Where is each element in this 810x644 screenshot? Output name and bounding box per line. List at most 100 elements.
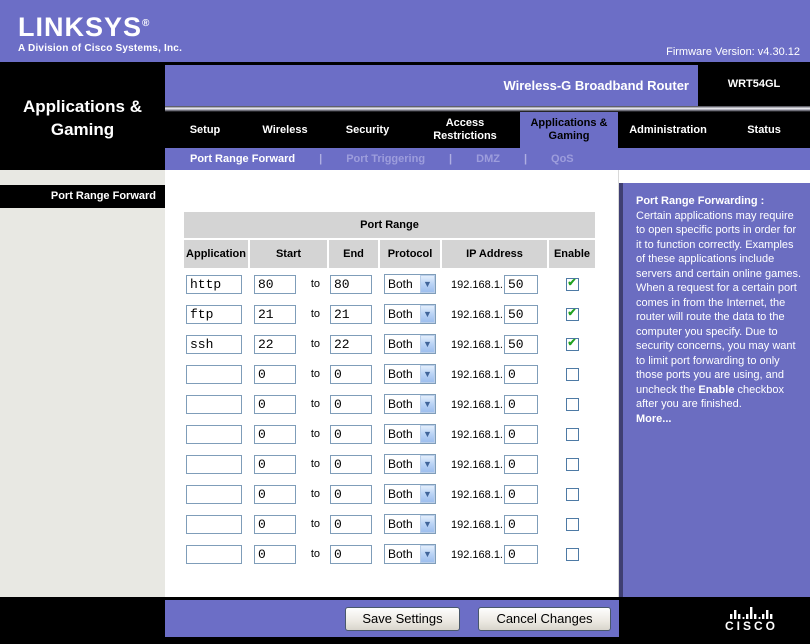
application-input[interactable] [186, 514, 242, 534]
start-port-input[interactable] [254, 364, 296, 384]
enable-checkbox[interactable]: ✔ [565, 547, 579, 561]
ip-last-octet-input[interactable] [504, 424, 538, 444]
application-input[interactable] [186, 544, 242, 564]
chevron-down-icon: ▼ [420, 455, 435, 473]
ip-address-cell: 192.168.1. [442, 480, 547, 508]
chevron-down-icon: ▼ [420, 335, 435, 353]
subnav-item-port-range-forward[interactable]: Port Range Forward [190, 153, 295, 165]
end-port-input[interactable] [330, 394, 372, 414]
application-input[interactable] [186, 304, 242, 324]
tab-wireless[interactable]: Wireless [245, 112, 325, 148]
application-cell [184, 300, 248, 328]
start-port-input[interactable] [254, 454, 296, 474]
tab-setup[interactable]: Setup [165, 112, 245, 148]
ip-last-octet-input[interactable] [504, 334, 538, 354]
enable-checkbox[interactable]: ✔ [565, 367, 579, 381]
end-port-input[interactable] [330, 484, 372, 504]
subnav-item-qos[interactable]: QoS [551, 153, 574, 165]
tab-access-restrictions[interactable]: Access Restrictions [410, 112, 520, 148]
save-settings-button[interactable]: Save Settings [345, 606, 460, 631]
protocol-select[interactable]: Both ▼ [384, 394, 436, 414]
protocol-select[interactable]: Both ▼ [384, 514, 436, 534]
table-caption: Port Range [184, 212, 595, 238]
start-port-cell: to [250, 390, 327, 418]
protocol-select[interactable]: Both ▼ [384, 304, 436, 324]
port-forward-row: to Both ▼ 192.168.1. ✔ [184, 450, 595, 478]
enable-checkbox[interactable]: ✔ [565, 397, 579, 411]
start-port-input[interactable] [254, 424, 296, 444]
enable-checkbox[interactable]: ✔ [565, 457, 579, 471]
protocol-select[interactable]: Both ▼ [384, 454, 436, 474]
start-port-cell: to [250, 510, 327, 538]
brand-tagline: A Division of Cisco Systems, Inc. [18, 43, 183, 54]
ip-last-octet-input[interactable] [504, 454, 538, 474]
tab-applications-gaming[interactable]: Applications & Gaming [520, 112, 618, 148]
start-port-input[interactable] [254, 394, 296, 414]
port-forward-row: to Both ▼ 192.168.1. ✔ [184, 540, 595, 568]
enable-checkbox[interactable]: ✔ [565, 276, 579, 291]
enable-cell: ✔ [549, 450, 595, 478]
subnav-item-dmz[interactable]: DMZ [476, 153, 500, 165]
protocol-select[interactable]: Both ▼ [384, 334, 436, 354]
end-port-cell [329, 480, 378, 508]
cancel-changes-button[interactable]: Cancel Changes [478, 606, 611, 631]
start-port-input[interactable] [254, 304, 296, 324]
ip-last-octet-input[interactable] [504, 484, 538, 504]
enable-checkbox[interactable]: ✔ [565, 487, 579, 501]
end-port-input[interactable] [330, 304, 372, 324]
model-number: WRT54GL [698, 62, 810, 106]
subnav-item-port-triggering[interactable]: Port Triggering [346, 153, 425, 165]
end-port-input[interactable] [330, 454, 372, 474]
start-port-input[interactable] [254, 514, 296, 534]
start-port-input[interactable] [254, 334, 296, 354]
end-port-input[interactable] [330, 334, 372, 354]
end-port-input[interactable] [330, 544, 372, 564]
check-icon: ✔ [567, 276, 577, 289]
application-input[interactable] [186, 484, 242, 504]
help-more-link[interactable]: More... [636, 412, 802, 427]
enable-checkbox[interactable]: ✔ [565, 336, 579, 351]
protocol-select[interactable]: Both ▼ [384, 484, 436, 504]
firmware-version: Firmware Version: v4.30.12 [666, 46, 800, 58]
ip-prefix-label: 192.168.1. [451, 278, 503, 291]
footer: Save Settings Cancel Changes CISCO [0, 597, 810, 644]
application-input[interactable] [186, 334, 242, 354]
ip-last-octet-input[interactable] [504, 274, 538, 294]
enable-checkbox[interactable]: ✔ [565, 517, 579, 531]
tab-status[interactable]: Status [718, 112, 810, 148]
start-port-input[interactable] [254, 484, 296, 504]
end-port-input[interactable] [330, 274, 372, 294]
tab-security[interactable]: Security [325, 112, 410, 148]
ip-last-octet-input[interactable] [504, 364, 538, 384]
enable-cell: ✔ [549, 540, 595, 568]
ip-last-octet-input[interactable] [504, 514, 538, 534]
application-input[interactable] [186, 394, 242, 414]
enable-checkbox[interactable]: ✔ [565, 307, 579, 321]
start-port-input[interactable] [254, 544, 296, 564]
start-port-wrap: to [250, 394, 327, 414]
ip-last-octet-input[interactable] [504, 544, 538, 564]
protocol-select[interactable]: Both ▼ [384, 274, 436, 294]
ip-last-octet-input[interactable] [504, 304, 538, 324]
application-input[interactable] [186, 454, 242, 474]
end-port-input[interactable] [330, 424, 372, 444]
ip-prefix-label: 192.168.1. [451, 308, 503, 321]
application-cell [184, 390, 248, 418]
port-forward-row: to Both ▼ 192.168.1. ✔ [184, 330, 595, 358]
ip-last-octet-input[interactable] [504, 394, 538, 414]
start-port-wrap: to [250, 454, 327, 474]
application-input[interactable] [186, 424, 242, 444]
port-range-table: Port Range Application Start End Protoco… [182, 210, 597, 570]
application-input[interactable] [186, 274, 242, 294]
protocol-select[interactable]: Both ▼ [384, 544, 436, 564]
enable-checkbox[interactable]: ✔ [565, 427, 579, 441]
end-port-input[interactable] [330, 514, 372, 534]
check-icon: ✔ [567, 336, 577, 349]
ip-address-cell: 192.168.1. [442, 540, 547, 568]
end-port-input[interactable] [330, 364, 372, 384]
protocol-select[interactable]: Both ▼ [384, 424, 436, 444]
application-input[interactable] [186, 364, 242, 384]
protocol-select[interactable]: Both ▼ [384, 364, 436, 384]
tab-administration[interactable]: Administration [618, 112, 718, 148]
start-port-input[interactable] [254, 274, 296, 294]
